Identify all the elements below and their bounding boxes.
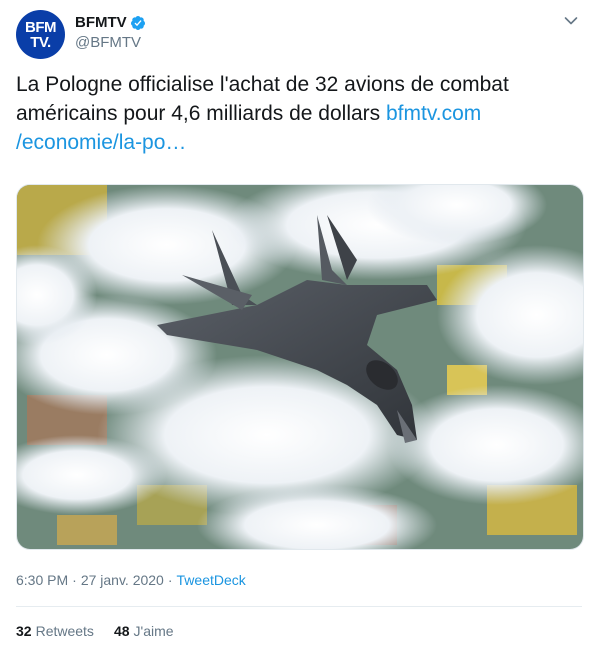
display-name-row: BFMTV [75,14,146,31]
meta-separator-2: · [167,572,173,588]
tweet-date[interactable]: 27 janv. 2020 [81,572,164,588]
chevron-down-icon[interactable] [562,12,580,30]
avatar-logo-line2: TV. [30,34,51,51]
tweet-meta: 6:30 PM · 27 janv. 2020 · TweetDeck [16,572,246,588]
verified-badge-icon [130,15,146,31]
likes-count: 48 [113,623,130,639]
handle[interactable]: @BFMTV [75,34,146,51]
meta-separator: · [72,572,77,588]
tweet-text: La Pologne officialise l'achat de 32 avi… [16,70,576,157]
tweet-header: BFM TV. BFMTV @BFMTV [16,10,582,59]
display-name[interactable]: BFMTV [75,14,127,31]
tweet-stats: 32 Retweets 48 J'aime [16,623,194,639]
likes-label: J'aime [133,623,174,639]
fighter-jet-photo [17,185,583,549]
likes-stat[interactable]: 48 J'aime [114,623,174,639]
tweet-card: BFM TV. BFMTV @BFMTV La Pologne official… [0,0,596,648]
author-names: BFMTV @BFMTV [75,14,146,51]
tweet-image[interactable] [16,184,584,550]
retweets-count: 32 [16,623,32,639]
divider [16,606,582,607]
avatar[interactable]: BFM TV. [16,10,65,59]
retweets-stat[interactable]: 32 Retweets [16,623,94,639]
tweet-time[interactable]: 6:30 PM [16,572,68,588]
tweet-source-link[interactable]: TweetDeck [177,572,246,588]
retweets-label: Retweets [35,623,94,639]
